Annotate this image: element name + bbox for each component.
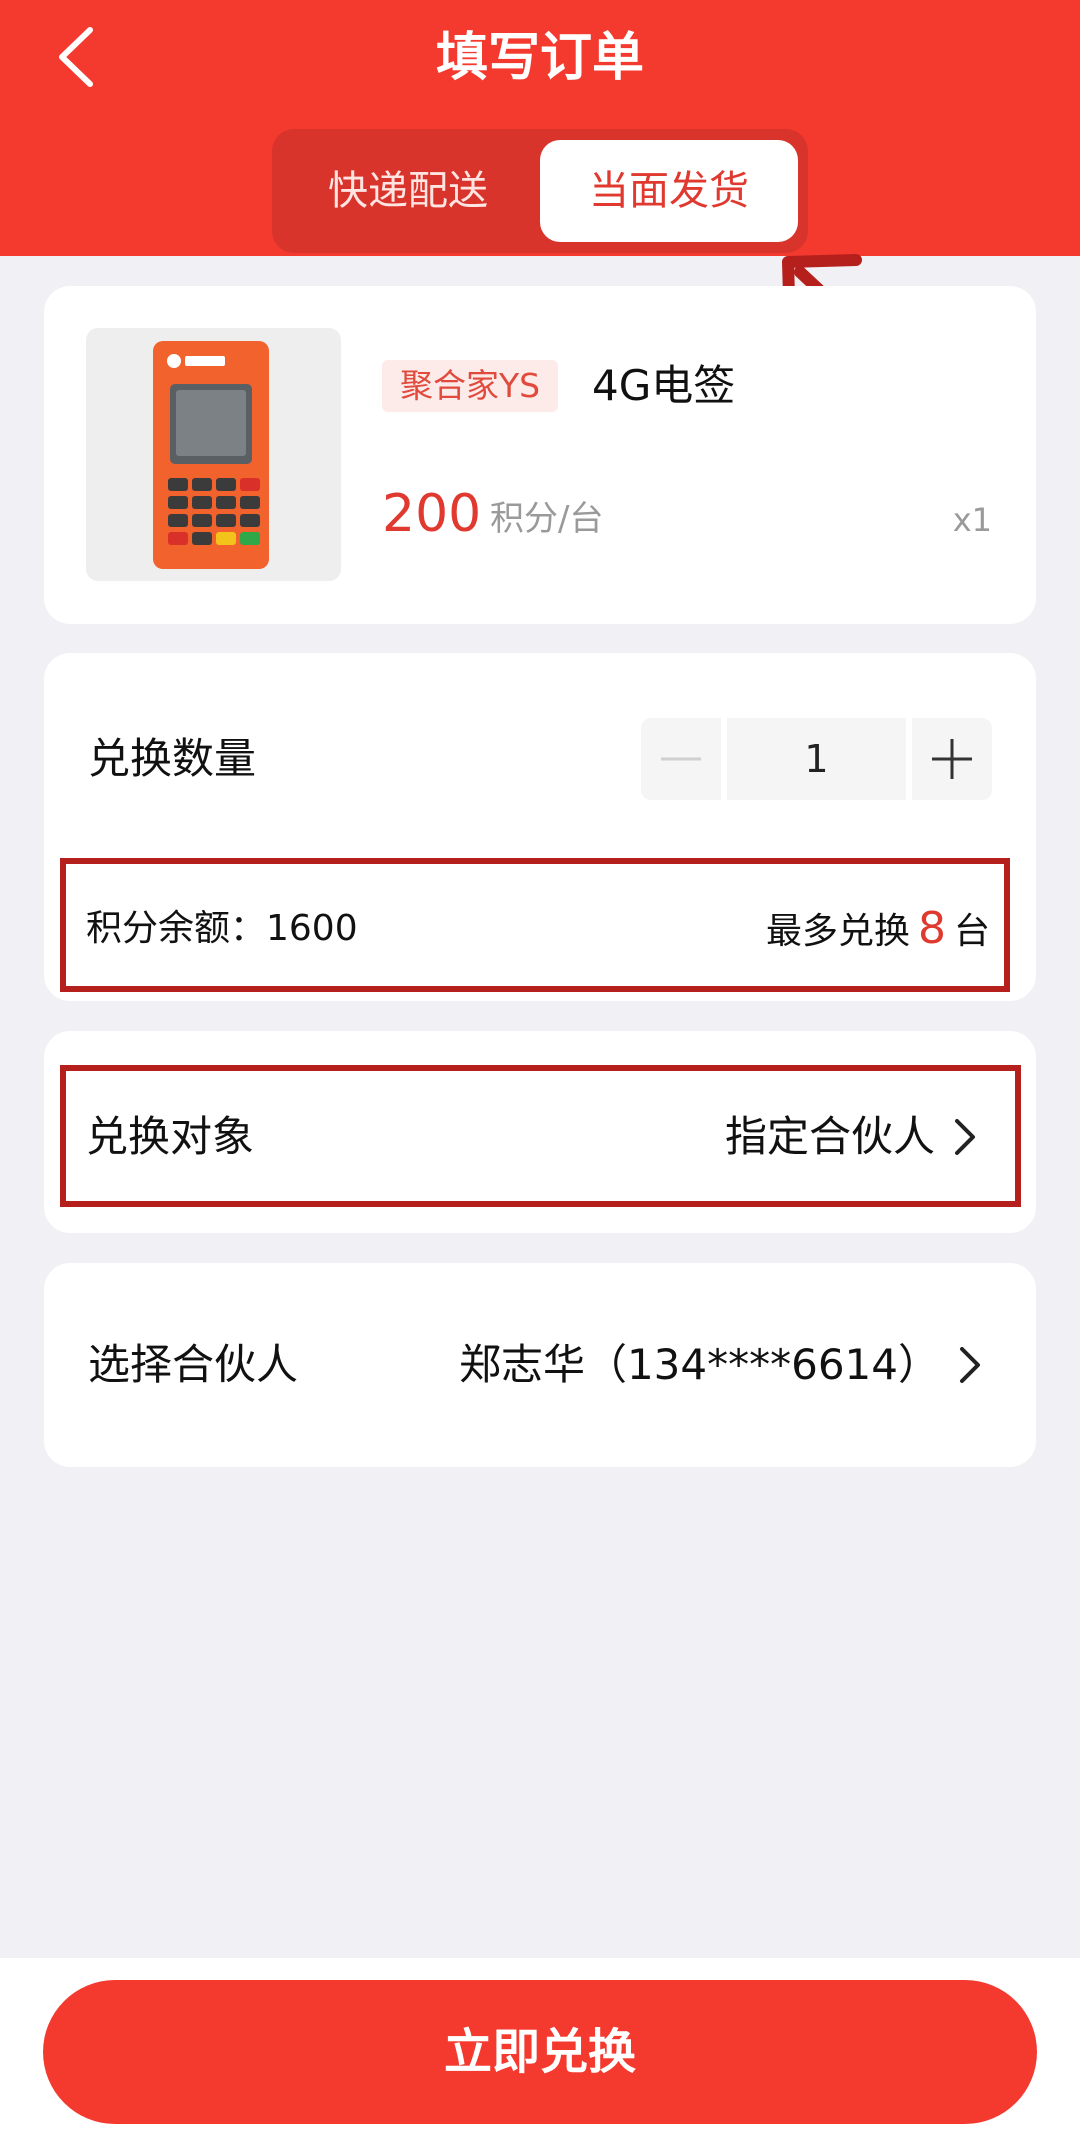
exchange-target-card: 兑换对象 指定合伙人 [44,1031,1036,1233]
header-bar: 填写订单 快递配送 当面发货 [0,0,1080,256]
partner-value: 郑志华（134****6614） [458,1340,940,1389]
max-exchange: 最多兑换 8 台 [766,902,990,959]
target-row[interactable]: 兑换对象 指定合伙人 [60,1065,1021,1207]
partner-label: 选择合伙人 [88,1340,299,1389]
max-exchange-prefix: 最多兑换 [765,911,910,952]
balance-highlight-box: 积分余额：1600 最多兑换 8 台 [60,858,1010,992]
minus-icon [661,757,701,761]
target-value: 指定合伙人 [724,1112,935,1161]
delivery-segment: 快递配送 当面发货 [272,129,808,253]
plus-icon [932,739,972,779]
price-unit: 积分/台 [490,499,604,539]
max-exchange-suffix: 台 [953,911,990,952]
bottom-action-bar: 立即兑换 [0,1958,1080,2141]
quantity-stepper[interactable]: 1 [641,718,1038,800]
quantity-value[interactable]: 1 [727,718,906,800]
redeem-now-button[interactable]: 立即兑换 [43,1980,1037,2124]
page-title: 填写订单 [435,28,644,88]
product-card: 聚合家YS 4G电签 200 积分/台 x1 [44,286,1036,624]
select-partner-card[interactable]: 选择合伙人 郑志华（134****6614） [44,1263,1036,1467]
quantity-label: 兑换数量 [88,734,257,783]
exchange-quantity-card: 兑换数量 1 积分余额：1600 最多兑换 8 台 [44,653,1036,1001]
brand-tag: 聚合家YS [382,360,559,412]
points-balance: 积分余额：1600 [86,908,358,949]
product-quantity: x1 [952,501,992,539]
increment-button[interactable] [912,718,992,800]
pos-terminal-image [153,341,269,569]
product-name: 4G电签 [592,361,736,410]
tab-face-to-face-delivery[interactable]: 当面发货 [540,140,798,242]
chevron-right-icon [955,1119,975,1155]
product-thumbnail [86,328,341,581]
tab-express-delivery[interactable]: 快递配送 [282,140,534,242]
decrement-button[interactable] [641,718,721,800]
chevron-right-icon [960,1347,980,1383]
product-price: 200 [382,484,482,544]
max-exchange-value: 8 [917,903,946,954]
target-label: 兑换对象 [86,1112,255,1161]
